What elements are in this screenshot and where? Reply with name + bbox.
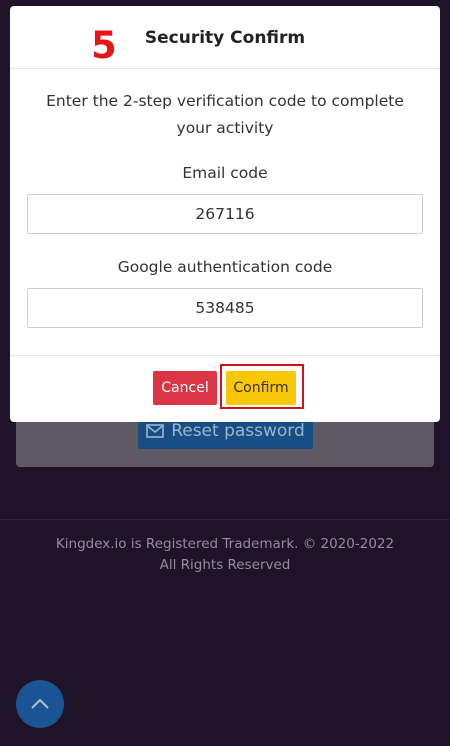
chevron-up-icon [30,695,50,714]
modal-instruction: Enter the 2-step verification code to co… [46,92,404,137]
email-code-input[interactable] [27,194,423,234]
footer-rights-text: All Rights Reserved [159,557,291,573]
security-confirm-modal: 5 Security Confirm Enter the 2-step veri… [10,6,440,422]
footer-trademark-text: Kingdex.io is Registered Trademark. © 20… [55,536,395,552]
google-auth-code-input[interactable] [27,288,423,328]
envelope-icon [146,424,164,438]
confirm-button[interactable]: Confirm [226,371,296,405]
reset-password-label: Reset password [171,421,305,441]
google-auth-code-label: Google authentication code [117,258,333,276]
footer: Kingdex.io is Registered Trademark. © 20… [0,534,450,576]
footer-divider [0,519,450,520]
scroll-to-top-button[interactable] [16,680,64,728]
email-code-label: Email code [182,164,268,182]
modal-footer-divider [10,355,440,356]
cancel-button[interactable]: Cancel [153,371,217,405]
modal-title: Security Confirm [144,28,306,48]
modal-header-divider [10,68,440,69]
